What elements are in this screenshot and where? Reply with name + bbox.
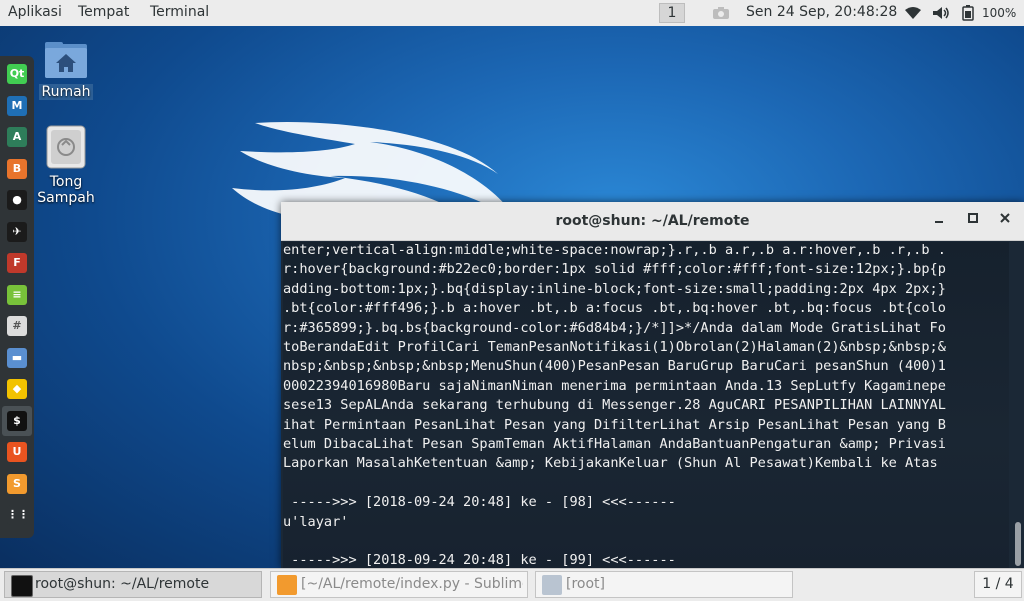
terminal-scrollbar[interactable] [1012,242,1022,568]
dock-app-metasploit-icon[interactable]: M [7,95,27,116]
terminal-line: ihat Permintaan PesanLihat Pesan yang Di… [283,416,946,433]
terminal-scrollbar-thumb[interactable] [1015,522,1021,566]
workspace-indicator[interactable]: 1 [659,3,685,23]
clock[interactable]: Sen 24 Sep, 20:48:28 [746,4,897,20]
desktop-icon-label-line1: Tong [49,174,83,190]
dock-app-beef-icon[interactable]: ● [7,190,27,210]
dock-app-faraday-icon[interactable]: F [7,253,27,273]
dock-app-burpsuite-icon[interactable]: B [7,158,27,179]
task-label: [~/AL/remote/index.py - Sublime Te... [301,576,523,592]
terminal-line: .bt{color:#fff496;}.b a:hover .bt,.b a:f… [283,300,946,317]
dock-app-calculator-icon[interactable]: # [7,316,27,336]
terminal-title: root@shun: ~/AL/remote [555,213,750,229]
terminal-line: sese13 SepALAnda sekarang terhubung di M… [283,397,946,414]
terminal-line: elum DibacaLihat Pesan SpamTeman AktifHa… [283,436,946,452]
dock-app-cherrytree-icon[interactable]: ◆ [7,379,27,399]
battery-icon[interactable] [960,5,976,25]
terminal-line: ----->>> [2018-09-24 20:48] ke - [98] <<… [283,494,676,511]
trash-icon [46,125,86,169]
terminal-line: toBerandaEdit ProfilCari TemanPesanNotif… [283,339,946,355]
home-folder-icon [45,42,87,78]
terminal-line: r:#365899;}.bq.bs{background-color:#6d84… [283,319,946,336]
dock-app-files-icon[interactable]: ▬ [7,347,27,368]
close-button[interactable] [997,212,1013,228]
terminal-line: enter;vertical-align:middle;white-space:… [283,242,946,258]
wifi-icon[interactable] [904,6,922,24]
desktop-icon-home[interactable]: Rumah [38,40,94,100]
close-icon [1000,213,1010,223]
maximize-icon [968,213,978,223]
task-label: root@shun: ~/AL/remote [35,576,210,592]
task-terminal[interactable]: root@shun: ~/AL/remote [4,571,262,598]
task-sublime[interactable]: [~/AL/remote/index.py - Sublime Te... [270,571,528,598]
dock-app-leafpad-icon[interactable]: ≡ [7,284,27,305]
folder-icon [542,575,562,595]
volume-icon[interactable] [932,6,950,24]
top-bar: Aplikasi Tempat Terminal 1 Sen 24 Sep, 2… [0,0,1024,27]
terminal-icon [11,575,33,597]
terminal-line: ----->>> [2018-09-24 20:48] ke - [99] <<… [283,552,676,568]
terminal-window[interactable]: root@shun: ~/AL/remote enter;vertical-al… [281,202,1024,568]
dock: Qt M A B ● ✈ F ≡ # ▬ ◆ $ U S ⋮⋮ [0,56,34,538]
terminal-line: r:hover{background:#b22ec0;border:1px so… [283,261,946,278]
terminal-line: Laporkan MasalahKetentuan &amp; Kebijaka… [283,455,938,472]
minimize-icon [935,221,943,223]
sublime-icon [277,575,297,595]
menu-applications[interactable]: Aplikasi [8,4,62,20]
dock-app-qt-creator-icon[interactable]: Qt [7,64,27,84]
battery-percentage: 100% [982,6,1017,20]
camera-icon[interactable] [712,5,730,25]
bottom-taskbar: root@shun: ~/AL/remote [~/AL/remote/inde… [0,568,1024,601]
dock-app-sublime-text-icon[interactable]: S [7,473,27,494]
terminal-output[interactable]: enter;vertical-align:middle;white-space:… [283,242,1009,568]
dock-app-ubuntu-software-icon[interactable]: U [7,442,27,462]
terminal-line: adding-bottom:1px;}.bq{display:inline-bl… [283,280,946,297]
task-label: [root] [566,576,605,592]
dock-app-show-apps-icon[interactable]: ⋮⋮ [7,505,29,525]
menu-terminal[interactable]: Terminal [150,4,209,20]
terminal-line: 00022394016980Baru sajaNimanNiman meneri… [283,377,946,394]
minimize-button[interactable] [931,212,947,228]
workspace-pager[interactable]: 1 / 4 [974,571,1022,598]
dock-app-armitage-icon[interactable]: A [7,127,27,147]
desktop-icon-trash[interactable]: Tong Sampah [34,124,98,206]
terminal-titlebar[interactable]: root@shun: ~/AL/remote [281,202,1024,241]
maximize-button[interactable] [965,212,981,228]
terminal-line: u'layar' [283,513,349,530]
desktop-icon-label: Rumah [39,84,93,100]
menu-places[interactable]: Tempat [78,4,129,20]
dock-app-maltego-icon[interactable]: ✈ [7,221,27,242]
terminal-line: nbsp;&nbsp;&nbsp;&nbsp;MenuShun(400)Pesa… [283,358,946,375]
dock-app-terminal-icon[interactable]: $ [7,410,27,431]
desktop-icon-label-line2: Sampah [37,190,95,206]
task-files[interactable]: [root] [535,571,793,598]
